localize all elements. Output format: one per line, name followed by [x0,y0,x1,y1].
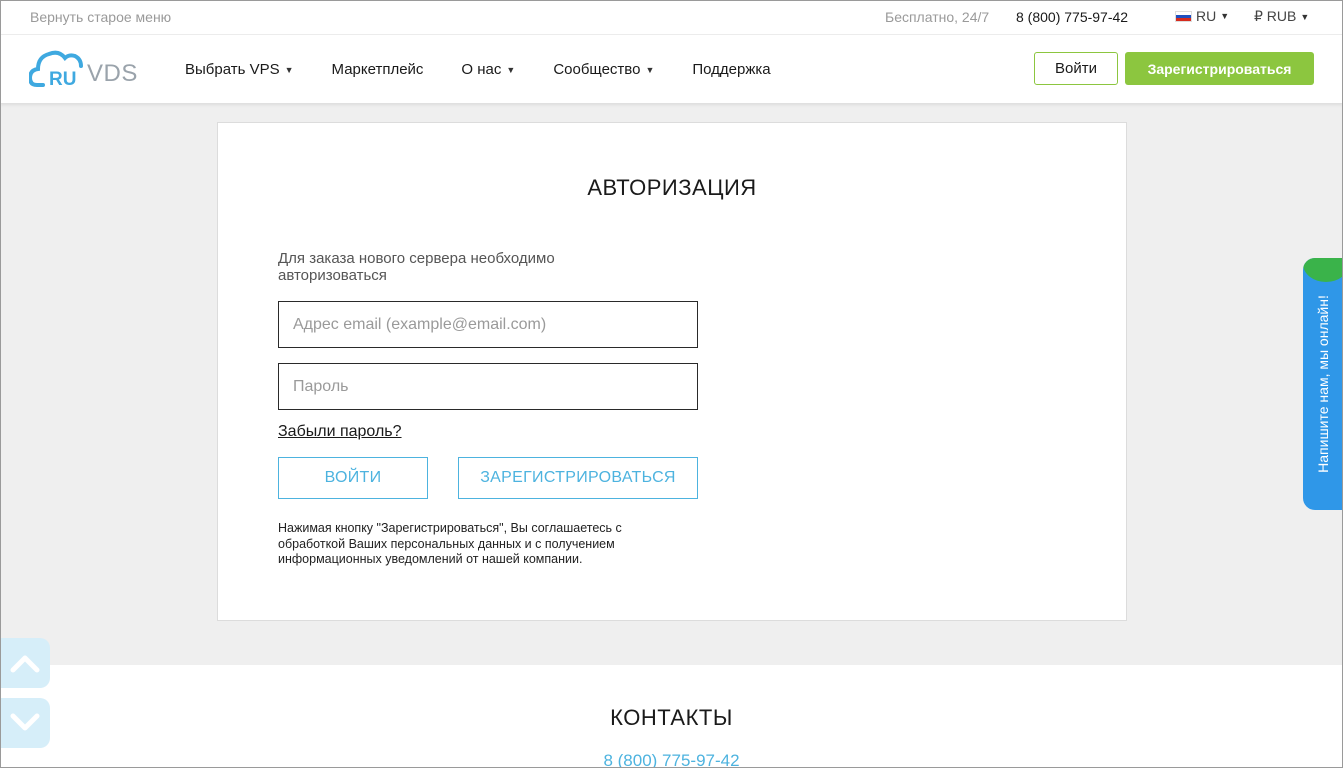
login-button[interactable]: ВОЙТИ [278,457,428,499]
chat-widget[interactable]: Напишите нам, мы онлайн! [1303,258,1343,510]
support-hours-text: Бесплатно, 24/7 [885,9,990,25]
main-nav: Выбрать VPS ▼ Маркетплейс О нас ▼ Сообще… [185,61,809,78]
language-selector[interactable]: RU ▼ [1175,8,1229,24]
nav-item-label: Маркетплейс [331,61,424,78]
contacts-title: КОНТАКТЫ [610,705,733,730]
contacts-phone-link[interactable]: 8 (800) 775-97-42 [0,751,1343,768]
contacts-section: КОНТАКТЫ 8 (800) 775-97-42 [0,665,1343,768]
currency-selector[interactable]: ₽ RUB ▼ [1254,8,1309,25]
main-header: RU VDS Выбрать VPS ▼ Маркетплейс О нас ▼… [0,35,1343,103]
nav-item-choose-vps[interactable]: Выбрать VPS ▼ [185,61,294,78]
nav-item-about[interactable]: О нас ▼ [461,61,515,78]
email-input[interactable] [278,301,698,348]
russia-flag-icon [1175,10,1192,22]
nav-item-support[interactable]: Поддержка [692,61,770,78]
caret-down-icon: ▼ [506,64,516,75]
caret-down-icon: ▼ [284,64,294,75]
logo-ru-text: RU [49,69,76,89]
register-button[interactable]: ЗАРЕГИСТРИРОВАТЬСЯ [458,457,698,499]
caret-down-icon: ▼ [1300,11,1310,22]
forgot-password-link[interactable]: Забыли пароль? [278,423,402,441]
top-bar: Вернуть старое меню Бесплатно, 24/7 8 (8… [0,0,1343,35]
nav-item-label: Поддержка [692,61,771,78]
nav-item-label: Сообщество [553,61,641,78]
top-phone-link[interactable]: 8 (800) 775-97-42 [1016,9,1128,25]
currency-label: ₽ RUB [1254,8,1297,24]
chat-label: Напишите нам, мы онлайн! [1315,295,1331,473]
nav-item-marketplace[interactable]: Маркетплейс [332,61,424,78]
logo-vds-text: VDS [87,60,138,87]
caret-down-icon: ▼ [1220,11,1230,21]
language-label: RU [1196,8,1217,24]
chat-leaf-icon [1303,258,1343,282]
header-register-button[interactable]: Зарегистрироваться [1125,52,1314,85]
site-logo[interactable]: RU VDS [29,43,149,89]
nav-item-label: О нас [461,61,502,78]
chevron-down-icon [10,713,40,731]
scroll-up-button[interactable] [0,638,50,688]
chevron-up-icon [10,655,40,673]
consent-text: Нажимая кнопку "Зарегистрироваться", Вы … [278,521,622,566]
nav-item-label: Выбрать VPS [185,61,280,78]
auth-title: АВТОРИЗАЦИЯ [587,175,757,200]
auth-note: Для заказа нового сервера необходимо авт… [278,250,555,284]
password-input[interactable] [278,363,698,410]
scroll-down-button[interactable] [0,698,50,748]
cloud-logo-icon: RU [29,50,83,89]
nav-item-community[interactable]: Сообщество ▼ [553,61,654,78]
auth-card: АВТОРИЗАЦИЯ Для заказа нового сервера не… [217,122,1127,621]
header-login-button[interactable]: Войти [1034,52,1118,85]
caret-down-icon: ▼ [645,64,655,75]
old-menu-link[interactable]: Вернуть старое меню [30,9,171,25]
